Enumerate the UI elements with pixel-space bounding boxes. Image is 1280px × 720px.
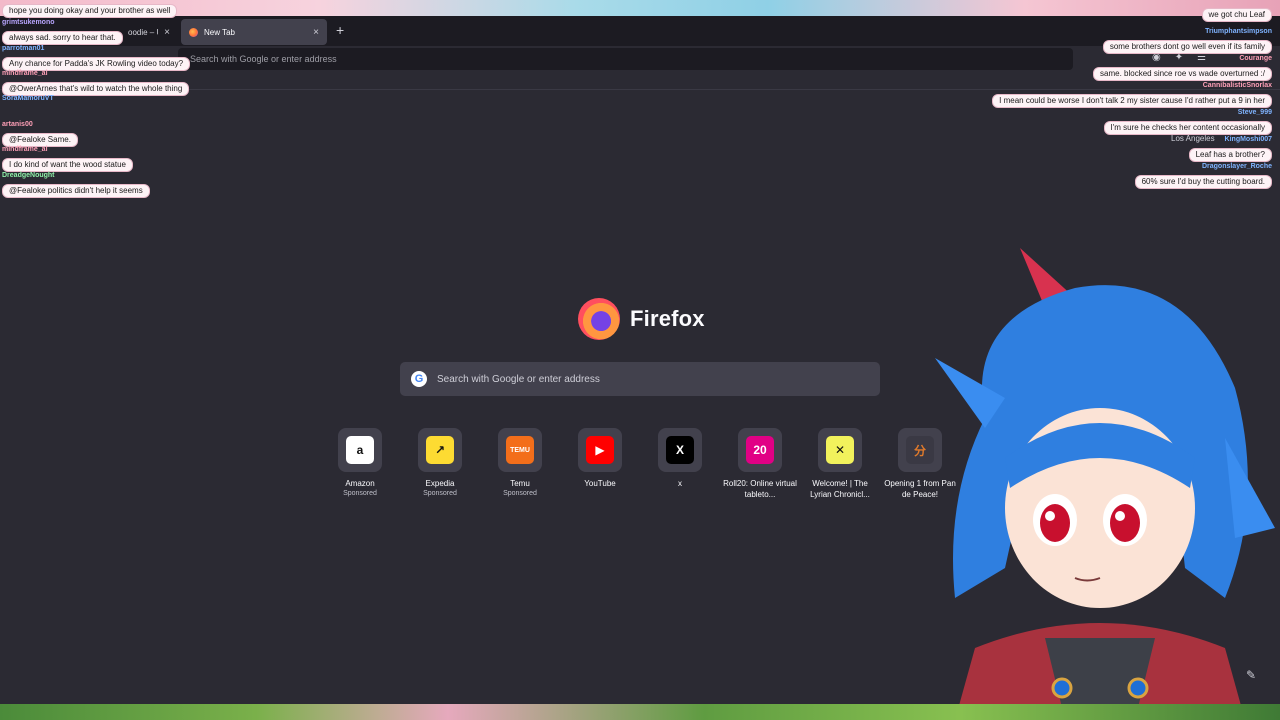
chat-bubble: same. blocked since roe vs wade overturn… — [1093, 67, 1272, 81]
shortcut-tile[interactable]: a Amazon Sponsored — [320, 428, 400, 500]
shortcut-icon-frame[interactable]: 20 — [738, 428, 782, 472]
new-tab-button[interactable]: + — [336, 22, 344, 38]
firefox-logo-icon — [578, 298, 620, 340]
shortcut-icon-frame[interactable]: ✕ — [818, 428, 862, 472]
chat-message: Triumphantsimpson some brothers dont go w… — [1102, 27, 1272, 54]
close-icon[interactable]: × — [164, 27, 170, 38]
chat-bubble: always sad. sorry to hear that. — [2, 31, 123, 45]
close-icon[interactable]: × — [313, 27, 319, 38]
chat-username: artanis00 — [2, 121, 33, 128]
chat-username: mindframe_ai — [2, 146, 48, 153]
search-placeholder: Search with Google or enter address — [437, 373, 600, 385]
chat-message: hope you doing okay and your brother as … — [2, 0, 178, 18]
shortcut-tile[interactable]: ▶ YouTube — [560, 428, 640, 500]
chat-username: parrotman01 — [2, 45, 45, 52]
chat-message: artanis00 @Fealoke Same. — [2, 120, 78, 147]
roll20-icon: 20 — [746, 436, 774, 464]
chat-message: Steve_999 I'm sure he checks her content … — [1103, 108, 1272, 135]
shortcut-title: Expedia — [425, 479, 455, 488]
url-bar-placeholder: Search with Google or enter address — [190, 54, 337, 64]
x-icon: X — [666, 436, 694, 464]
newtab-search-input[interactable]: G Search with Google or enter address — [400, 362, 880, 396]
tab-label: New Tab — [204, 27, 235, 37]
shortcut-title: x — [678, 479, 682, 488]
shortcut-title: Amazon — [345, 479, 375, 488]
amazon-icon: a — [346, 436, 374, 464]
tab-new-tab[interactable]: New Tab × — [181, 19, 327, 45]
sponsored-label: Sponsored — [343, 490, 377, 497]
expedia-icon: ↗ — [426, 436, 454, 464]
chat-username: Triumphantsimpson — [1205, 28, 1272, 35]
chat-bubble: 60% sure I'd buy the cutting board. — [1134, 175, 1272, 189]
shortcut-icon-frame[interactable]: X — [658, 428, 702, 472]
shortcut-icon-frame[interactable]: ▶ — [578, 428, 622, 472]
vtuber-avatar — [935, 248, 1275, 720]
chat-bubble: @Fealoke politics didn't help it seems — [2, 184, 150, 198]
chat-username: Courange — [1239, 55, 1272, 62]
stream-backdrop-top — [0, 0, 1280, 16]
chat-bubble: Leaf has a brother? — [1188, 148, 1272, 162]
shortcut-title: Roll20: Online virtual tableto... — [723, 479, 797, 499]
chat-username: Steve_999 — [1237, 109, 1272, 116]
url-bar[interactable]: Search with Google or enter address — [178, 48, 1073, 70]
shortcut-title: YouTube — [584, 479, 616, 488]
chat-message: Courange same. blocked since roe vs wade … — [1093, 54, 1272, 81]
temu-icon: TEMU — [506, 436, 534, 464]
chat-username: CannibalisticSnorlax — [1202, 82, 1272, 89]
shortcut-title: Welcome! | The Lyrian Chronicl... — [810, 479, 870, 499]
chat-message: DreadgeNought @Fealoke politics didn't he… — [2, 171, 150, 198]
chat-message: parrotman01 Any chance for Padda's JK Row… — [2, 44, 191, 71]
chat-username: SoraMamoruVT — [2, 95, 54, 102]
firefox-brand: Firefox — [578, 298, 705, 340]
youtube-icon: ▶ — [586, 436, 614, 464]
chat-message: CannibalisticSnorlax I mean could be wors… — [992, 81, 1272, 108]
chat-bubble: hope you doing okay and your brother as … — [2, 4, 178, 18]
location-label: Los Angeles — [1171, 134, 1215, 143]
firefox-favicon-icon — [189, 27, 198, 37]
chat-bubble: I'm sure he checks her content occasiona… — [1103, 121, 1272, 135]
chat-message: we got chu Leaf — [1201, 4, 1272, 22]
chat-bubble: some brothers dont go well even if its f… — [1102, 40, 1272, 54]
tab-strip: oodie – U × New Tab × — [0, 16, 1280, 46]
shortcut-icon-frame[interactable]: TEMU — [498, 428, 542, 472]
chat-message: SoraMamoruVT — [2, 94, 54, 103]
sponsored-label: Sponsored — [503, 490, 537, 497]
edit-pencil-icon[interactable]: ✎ — [1240, 664, 1262, 686]
chat-bubble: we got chu Leaf — [1201, 8, 1272, 22]
shortcut-icon-frame[interactable]: a — [338, 428, 382, 472]
shortcut-tile[interactable]: ✕ Welcome! | The Lyrian Chronicl... — [800, 428, 880, 500]
chat-message: mindframe_ai I do kind of want the wood s… — [2, 145, 133, 172]
google-icon: G — [411, 371, 427, 387]
stream-backdrop-bottom — [0, 704, 1280, 720]
top-sites: a Amazon Sponsored ↗ Expedia Sponsored TEMU Tem… — [320, 428, 960, 500]
shortcut-title: Temu — [510, 479, 530, 488]
chat-username: grimtsukemono — [2, 19, 55, 26]
tab-label: oodie – U — [128, 27, 158, 37]
chat-message: grimtsukemono always sad. sorry to hear t… — [2, 18, 123, 45]
chat-username: DreadgeNought — [2, 172, 55, 179]
shortcut-tile[interactable]: ↗ Expedia Sponsored — [400, 428, 480, 500]
chat-username: Dragonslayer_Roche — [1201, 163, 1272, 170]
shortcut-tile[interactable]: 20 Roll20: Online virtual tableto... — [720, 428, 800, 500]
tab-hoodie[interactable]: oodie – U × — [120, 19, 178, 45]
lyrian-icon: ✕ — [826, 436, 854, 464]
shortcut-tile[interactable]: TEMU Temu Sponsored — [480, 428, 560, 500]
chat-bubble: I do kind of want the wood statue — [2, 158, 133, 172]
chat-message: mindframe_ai @OwerArnes that's wild to wa… — [2, 69, 190, 96]
chat-message: Dragonslayer_Roche 60% sure I'd buy the c… — [1134, 162, 1272, 189]
firefox-wordmark: Firefox — [630, 306, 705, 331]
sponsored-label: Sponsored — [423, 490, 457, 497]
shortcut-tile[interactable]: Xx — [640, 428, 720, 500]
shortcut-icon-frame[interactable]: ↗ — [418, 428, 462, 472]
chat-bubble: I mean could be worse I don't talk 2 my … — [992, 94, 1272, 108]
chat-username: mindframe_ai — [2, 70, 48, 77]
